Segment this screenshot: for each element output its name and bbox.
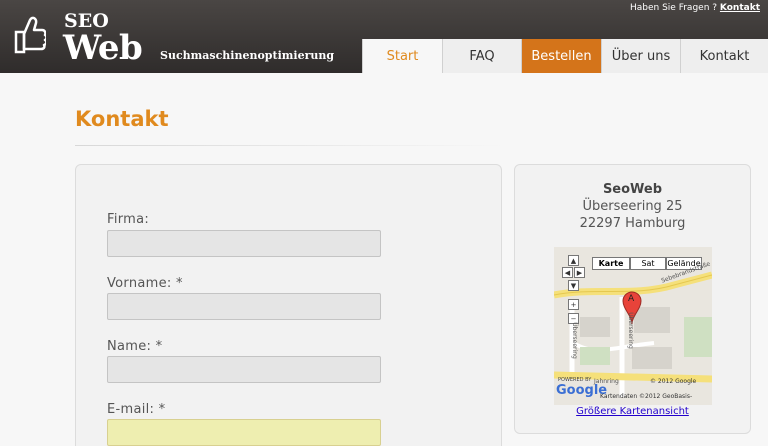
main-nav: Start FAQ Bestellen Über uns Kontakt [362,39,768,73]
map-pin-label: A [628,294,635,304]
map-street-label: Überseering [626,312,634,349]
tab-ueber-uns[interactable]: Über uns [601,39,680,73]
site-header: SEO Web Suchmaschinenoptimierung Haben S… [0,0,768,73]
pan-up-icon[interactable]: ▲ [568,255,579,266]
tab-faq[interactable]: FAQ [442,39,521,73]
map-type-karte[interactable]: Karte [592,257,630,270]
label-email: E-mail: * [107,402,166,417]
map-street-label: Überseering [570,322,578,359]
location-map[interactable]: Karte Sat Gelände ▲ ◀ ▶ ▼ + − A Sebebran… [554,247,712,405]
map-type-sat[interactable]: Sat [630,257,666,270]
address-street: Überseering 25 [582,199,683,214]
input-email[interactable] [107,419,381,446]
zoom-in-icon[interactable]: + [568,299,579,310]
pan-down-icon[interactable]: ▼ [568,280,579,291]
input-name[interactable] [107,356,381,383]
label-vorname: Vorname: * [107,276,183,291]
label-name: Name: * [107,339,163,354]
map-data-credit: Kartendaten ©2012 GeoBasis- [600,393,693,400]
tab-start[interactable]: Start [362,39,442,73]
larger-map-link[interactable]: Größere Kartenansicht [514,406,751,417]
top-question: Haben Sie Fragen ? [630,3,718,13]
thumbs-up-icon [14,16,46,54]
pan-left-icon[interactable]: ◀ [562,267,573,278]
tab-kontakt[interactable]: Kontakt [680,39,768,73]
page-title: Kontakt [75,107,169,131]
logo-web[interactable]: Web [63,28,143,68]
logo-tagline: Suchmaschinenoptimierung [160,49,335,62]
tab-bestellen[interactable]: Bestellen [521,39,601,73]
input-vorname[interactable] [107,293,381,320]
top-contact-link[interactable]: Kontakt [720,3,760,13]
title-divider [75,145,505,146]
company-name: SeoWeb [602,182,663,197]
address-city: 22297 Hamburg [579,216,686,231]
label-firma: Firma: [107,212,150,227]
top-links: Haben Sie Fragen ? Kontakt [630,3,760,13]
input-firma[interactable] [107,230,381,257]
map-copyright: © 2012 Google [650,378,697,385]
pan-right-icon[interactable]: ▶ [574,267,585,278]
